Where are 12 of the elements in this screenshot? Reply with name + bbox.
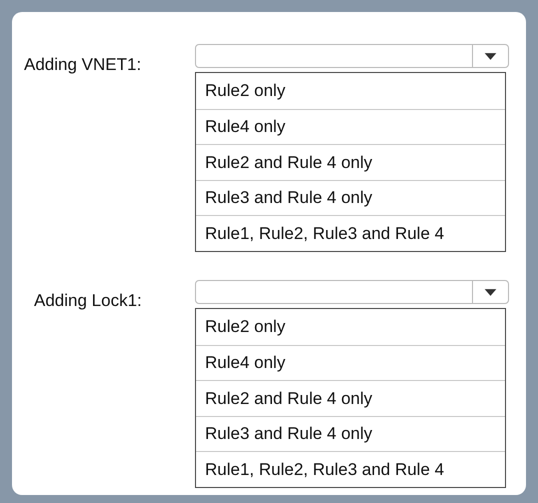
dropdown-option[interactable]: Rule1, Rule2, Rule3 and Rule 4 bbox=[196, 215, 505, 251]
dropdown-option[interactable]: Rule2 only bbox=[196, 73, 505, 109]
dropdown-option[interactable]: Rule2 only bbox=[196, 308, 505, 345]
dropdown-option[interactable]: Rule1, Rule2, Rule3 and Rule 4 bbox=[196, 451, 505, 487]
dropdown-option[interactable]: Rule4 only bbox=[196, 108, 505, 144]
question-label: Adding Lock1: bbox=[34, 290, 143, 312]
dropdown-option[interactable]: Rule4 only bbox=[196, 344, 505, 380]
dropdown-option[interactable]: Rule3 and Rule 4 only bbox=[196, 180, 505, 216]
dropdown-option[interactable]: Rule2 and Rule 4 only bbox=[196, 144, 505, 180]
dropdown-option[interactable]: Rule2 and Rule 4 only bbox=[196, 380, 505, 416]
dropdown-option[interactable]: Rule3 and Rule 4 only bbox=[196, 416, 505, 452]
question-label: Adding VNET1: bbox=[24, 54, 142, 76]
